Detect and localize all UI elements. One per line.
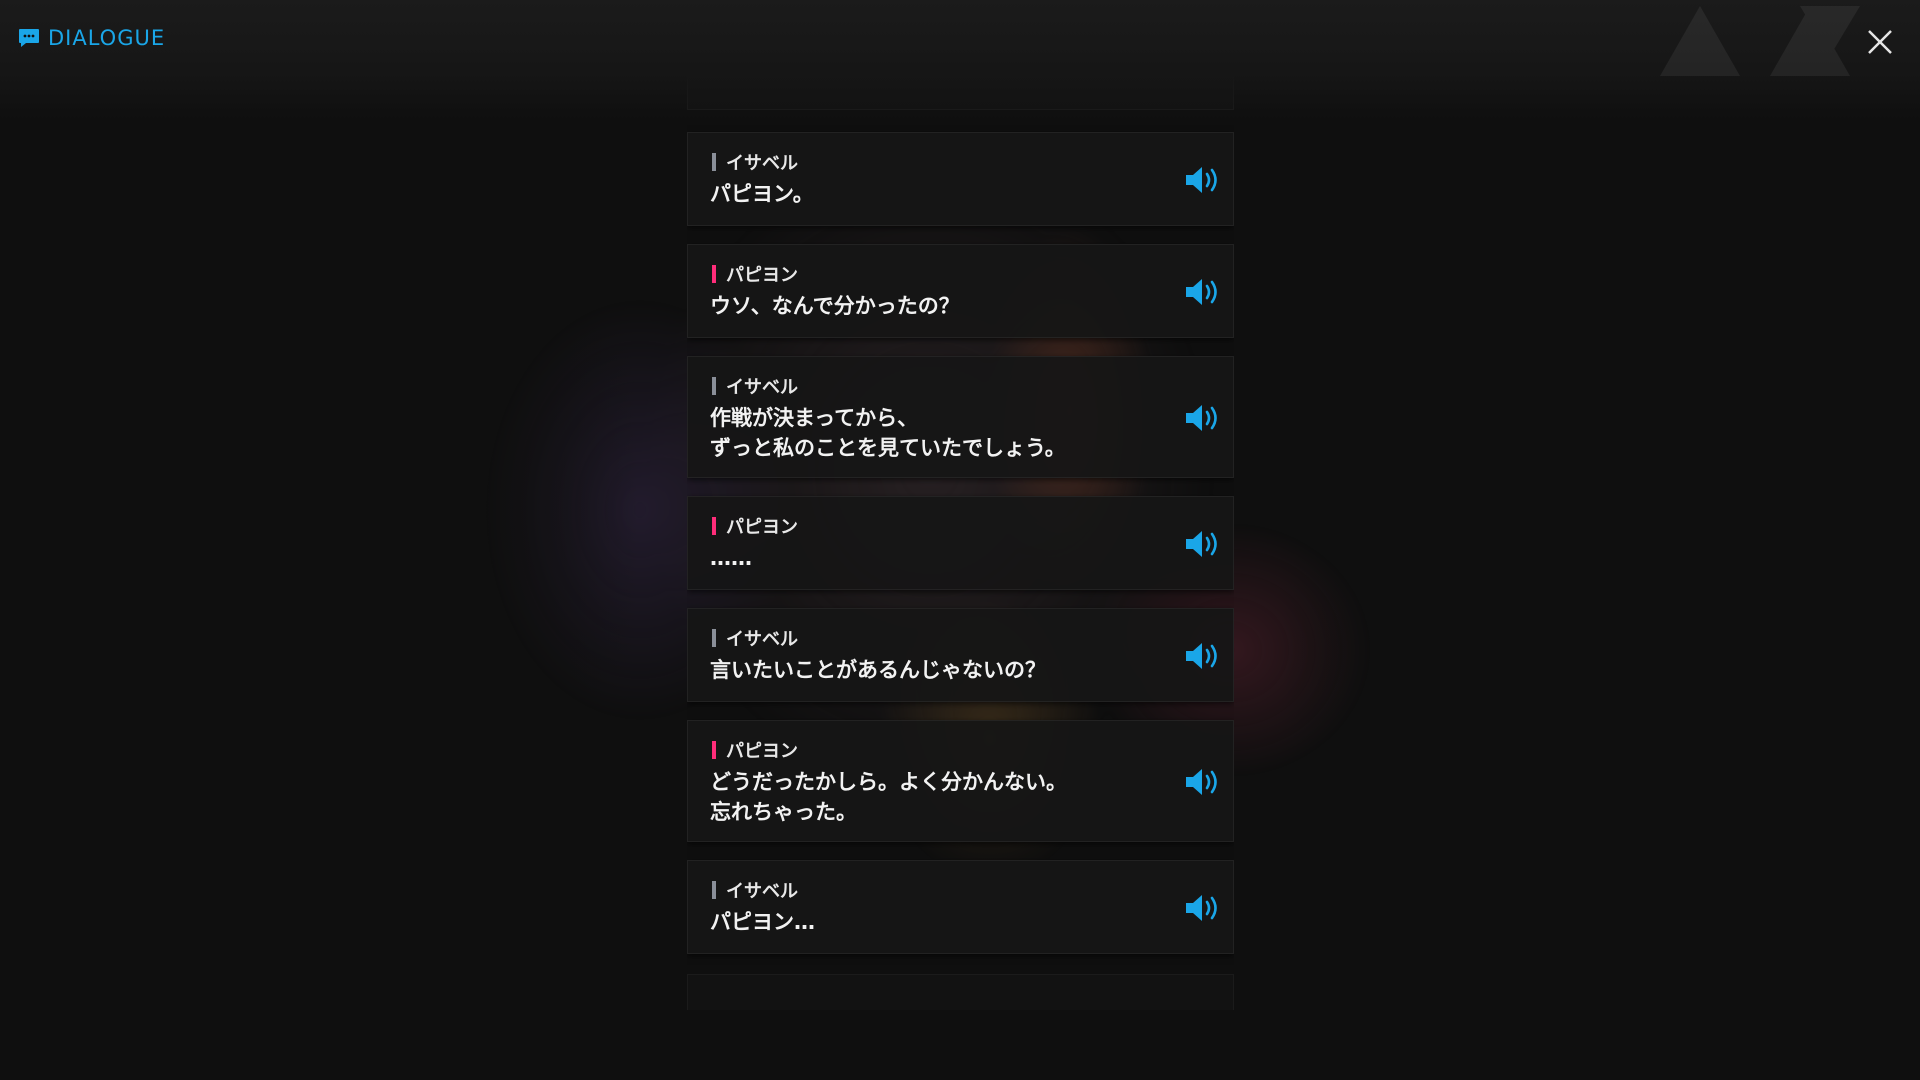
dialogue-log[interactable]: イサベル パピヨン。 パピヨン ウソ、なんで分かったの？ イサベル 作戦が決まってから、ず…: [687, 60, 1234, 1010]
speaker-color-bar: [712, 517, 716, 535]
close-icon: [1868, 30, 1892, 54]
speaker-name: イサベル: [712, 373, 798, 399]
dialogue-text: どうだったかしら。よく分かんない。 忘れちゃった。: [710, 767, 1067, 827]
chat-bubble-icon: [19, 29, 39, 47]
speaker-name: パピヨン: [712, 261, 798, 287]
speaker-name-text: イサベル: [726, 153, 798, 174]
speaker-name: パピヨン: [712, 737, 798, 763]
close-button[interactable]: [1860, 22, 1900, 62]
dialogue-line: 言いたいことがあるんじゃないの？: [710, 658, 1046, 682]
dialogue-text: パピヨン…: [710, 907, 815, 937]
dialogue-line: ウソ、なんで分かったの？: [710, 294, 960, 318]
dialogue-line: 作戦が決まってから、: [710, 406, 919, 430]
dialogue-line: パピヨン。: [710, 182, 814, 206]
dialogue-card: パピヨン ……: [687, 496, 1234, 590]
dialogue-screen: イサベル パピヨン。 パピヨン ウソ、なんで分かったの？ イサベル 作戦が決まってから、ず…: [0, 0, 1920, 1080]
voice-play-button[interactable]: [1183, 275, 1223, 309]
dialogue-line: ずっと私のことを見ていたでしょう。: [710, 436, 1066, 460]
speaker-name: イサベル: [712, 877, 798, 903]
voice-play-button[interactable]: [1183, 163, 1223, 197]
dialogue-card: パピヨンウソ、なんで分かったの？: [687, 244, 1234, 338]
dialogue-text: ……: [710, 543, 752, 573]
dialogue-card: パピヨンどうだったかしら。よく分かんない。 忘れちゃった。: [687, 720, 1234, 842]
speaker-volume-icon: [1186, 895, 1217, 921]
speaker-name-text: イサベル: [726, 377, 798, 398]
speaker-color-bar: [712, 881, 716, 899]
dialogue-card: イサベル作戦が決まってから、ずっと私のことを見ていたでしょう。: [687, 356, 1234, 478]
speaker-name: パピヨン: [712, 513, 798, 539]
dialogue-line: ……: [710, 546, 752, 570]
dialogue-line: どうだったかしら。よく分かんない。: [710, 770, 1067, 794]
dialogue-text: 言いたいことがあるんじゃないの？: [710, 655, 1046, 685]
voice-play-button[interactable]: [1183, 527, 1223, 561]
voice-play-button[interactable]: [1183, 401, 1223, 435]
dialogue-card: イサベルパピヨン…: [687, 860, 1234, 954]
dialogue-card: イサベル言いたいことがあるんじゃないの？: [687, 608, 1234, 702]
speaker-volume-icon: [1186, 405, 1217, 431]
dialogue-card-partial-bottom: [687, 974, 1234, 1010]
dialogue-text: パピヨン。: [710, 179, 814, 209]
speaker-volume-icon: [1186, 769, 1217, 795]
voice-play-button[interactable]: [1183, 891, 1223, 925]
speaker-color-bar: [712, 741, 716, 759]
dialogue-title: DIALOGUE: [18, 26, 165, 50]
speaker-name: イサベル: [712, 149, 798, 175]
speaker-color-bar: [712, 153, 716, 171]
speaker-name: イサベル: [712, 625, 798, 651]
dialogue-text: ウソ、なんで分かったの？: [710, 291, 960, 321]
speaker-name-text: パピヨン: [726, 265, 798, 286]
speaker-name-text: イサベル: [726, 629, 798, 650]
speaker-color-bar: [712, 265, 716, 283]
speaker-volume-icon: [1186, 167, 1217, 193]
speaker-name-text: パピヨン: [726, 517, 798, 538]
dialogue-title-text: DIALOGUE: [48, 26, 166, 50]
speaker-name-text: パピヨン: [726, 741, 798, 762]
header-bar: DIALOGUE: [0, 0, 1920, 120]
speaker-volume-icon: [1186, 531, 1217, 557]
speaker-color-bar: [712, 629, 716, 647]
dialogue-card: イサベル パピヨン。: [687, 132, 1234, 226]
dialogue-text: 作戦が決まってから、ずっと私のことを見ていたでしょう。: [710, 403, 1066, 463]
speaker-volume-icon: [1186, 643, 1217, 669]
header-triangle-decoration: [1660, 6, 1860, 76]
voice-play-button[interactable]: [1183, 765, 1223, 799]
speaker-color-bar: [712, 377, 716, 395]
speaker-volume-icon: [1186, 279, 1217, 305]
dialogue-line: 忘れちゃった。: [710, 800, 857, 824]
dialogue-line: パピヨン…: [710, 910, 815, 934]
speaker-name-text: イサベル: [726, 881, 798, 902]
voice-play-button[interactable]: [1183, 639, 1223, 673]
